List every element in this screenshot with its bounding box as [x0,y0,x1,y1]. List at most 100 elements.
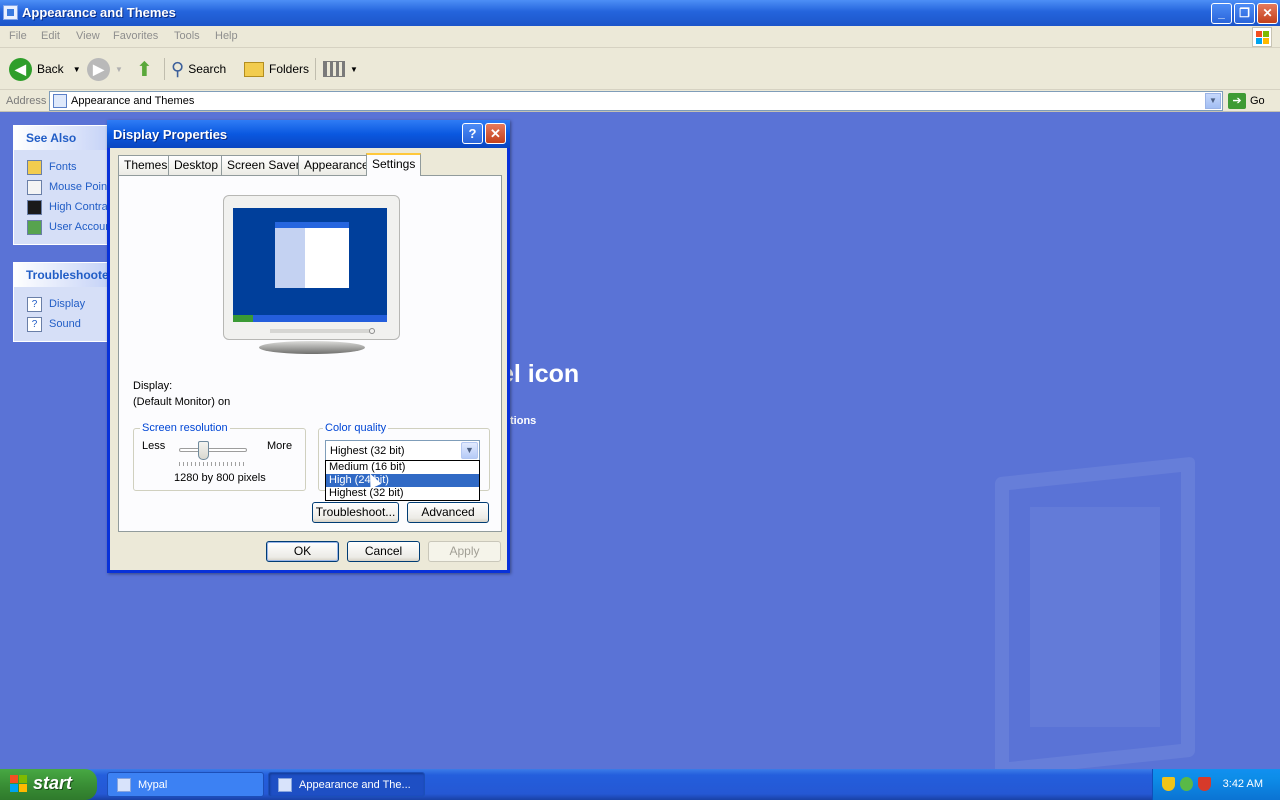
windows-logo-icon [1252,27,1272,47]
taskbar-item-mypal[interactable]: Mypal [107,772,264,797]
menu-file[interactable]: File [9,30,27,42]
display-properties-dialog: Display Properties ? ✕ Themes Desktop Sc… [107,120,510,573]
chevron-down-icon[interactable]: ▼ [350,65,358,74]
address-label: Address [6,95,47,107]
resolution-slider-thumb[interactable] [197,441,209,460]
color-quality-value: Highest (32 bit) [330,445,405,457]
help-icon: ? [27,297,42,312]
taskbar: start Mypal Appearance and The... 3:42 A… [0,769,1280,800]
see-also-item-user-account-picture[interactable]: User Account Picture [14,218,107,238]
troubleshooter-item-display[interactable]: ? Display [14,295,107,315]
address-input[interactable]: Appearance and Themes ▼ [49,91,1223,111]
chevron-down-icon[interactable]: ▼ [461,442,478,459]
background-watermark [1030,507,1160,727]
folder-icon [3,5,18,20]
troubleshooter-item-sound[interactable]: ? Sound [14,315,107,335]
background-heading: el icon [500,360,580,388]
color-option-highest[interactable]: Highest (32 bit) [326,487,479,500]
picture-icon [27,220,42,235]
dialog-title: Display Properties [113,127,228,142]
menu-favorites[interactable]: Favorites [113,30,158,42]
alert-shield-icon[interactable] [1198,777,1211,791]
start-button[interactable]: start [0,769,97,800]
color-option-high[interactable]: High (24 bit) [326,474,479,487]
window-titlebar[interactable]: Appearance and Themes _ ❐ ✕ [0,0,1280,26]
back-button[interactable]: ◀ Back ▼ [9,56,81,82]
ok-button[interactable]: OK [266,541,339,562]
back-label: Back [37,62,64,76]
tab-desktop[interactable]: Desktop [168,155,225,175]
control-panel-icon [278,778,292,792]
address-dropdown-icon[interactable]: ▼ [1205,93,1221,109]
see-also-item-mouse-pointers[interactable]: Mouse Pointers [14,178,107,198]
monitor-preview [223,195,400,340]
close-button[interactable]: ✕ [1257,3,1278,24]
go-button[interactable]: ➔ Go [1228,92,1265,110]
color-quality-select[interactable]: Highest (32 bit) ▼ [325,440,480,461]
folders-button[interactable]: Folders [244,56,309,82]
toolbar: ◀ Back ▼ ▶ ▼ ⬆ ⚲ Search Folders ▼ [0,48,1280,90]
minimize-button[interactable]: _ [1211,3,1232,24]
power-led-icon [369,328,375,334]
up-folder-button[interactable]: ⬆ [136,56,153,82]
tab-settings[interactable]: Settings [366,153,422,176]
menu-help[interactable]: Help [215,30,238,42]
tab-screen-saver[interactable]: Screen Saver [221,155,306,175]
advanced-button[interactable]: Advanced [407,502,489,523]
menu-view[interactable]: View [76,30,100,42]
help-icon: ? [27,317,42,332]
chevron-down-icon[interactable]: ▼ [73,65,81,74]
window-title: Appearance and Themes [22,5,176,20]
see-also-item-high-contrast[interactable]: High Contrast [14,198,107,218]
address-value: Appearance and Themes [71,95,195,107]
forward-button[interactable]: ▶ ▼ [87,56,123,82]
go-arrow-icon: ➔ [1228,93,1246,109]
troubleshoot-button[interactable]: Troubleshoot... [312,502,399,523]
control-panel-icon [53,94,67,108]
resolution-slider-track[interactable] [179,448,247,452]
resolution-more-label: More [267,440,293,452]
forward-arrow-icon: ▶ [87,57,110,81]
toolbar-separator [164,58,165,80]
resolution-value: 1280 by 800 pixels [174,472,266,484]
network-icon[interactable] [1180,777,1193,791]
menu-edit[interactable]: Edit [41,30,60,42]
views-button[interactable]: ▼ [323,56,358,82]
menu-bar: File Edit View Favorites Tools Help [0,26,1280,48]
browser-icon [117,778,131,792]
dialog-titlebar[interactable]: Display Properties ? ✕ [107,120,510,148]
security-shield-icon[interactable] [1162,777,1175,791]
monitor-screen [233,208,387,322]
start-label: start [33,773,73,793]
menu-tools[interactable]: Tools [174,30,200,42]
tab-themes[interactable]: Themes [118,155,174,175]
system-tray: 3:42 AM [1152,769,1280,800]
see-also-title[interactable]: See Also [14,126,107,150]
color-option-medium[interactable]: Medium (16 bit) [326,461,479,474]
color-quality-listbox: Medium (16 bit) High (24 bit) Highest (3… [325,460,480,501]
resolution-less-label: Less [142,440,166,452]
troubleshooters-title[interactable]: Troubleshooters [14,263,120,287]
restore-button[interactable]: ❐ [1234,3,1255,24]
cancel-button[interactable]: Cancel [347,541,420,562]
high-contrast-icon [27,200,42,215]
search-label: Search [188,62,227,76]
monitor-stand [259,341,365,354]
troubleshooters-pane: Troubleshooters ? Display ? Sound [13,262,120,342]
tab-appearance[interactable]: Appearance [298,155,375,175]
folders-label: Folders [269,62,310,76]
dialog-close-button[interactable]: ✕ [485,123,506,144]
clock: 3:42 AM [1222,778,1263,790]
see-also-item-fonts[interactable]: Fonts [14,158,107,178]
apply-button[interactable]: Apply [428,541,501,562]
help-button[interactable]: ? [462,123,483,144]
search-button[interactable]: ⚲ Search [171,56,226,82]
views-icon [323,61,345,77]
settings-panel: Display: (Default Monitor) on Screen res… [118,175,502,532]
windows-logo-icon [10,775,28,793]
taskbar-item-appearance[interactable]: Appearance and The... [268,772,425,797]
go-label: Go [1250,95,1265,107]
chevron-down-icon[interactable]: ▼ [115,65,123,74]
up-arrow-icon: ⬆ [136,58,153,81]
mouse-icon [27,180,42,195]
